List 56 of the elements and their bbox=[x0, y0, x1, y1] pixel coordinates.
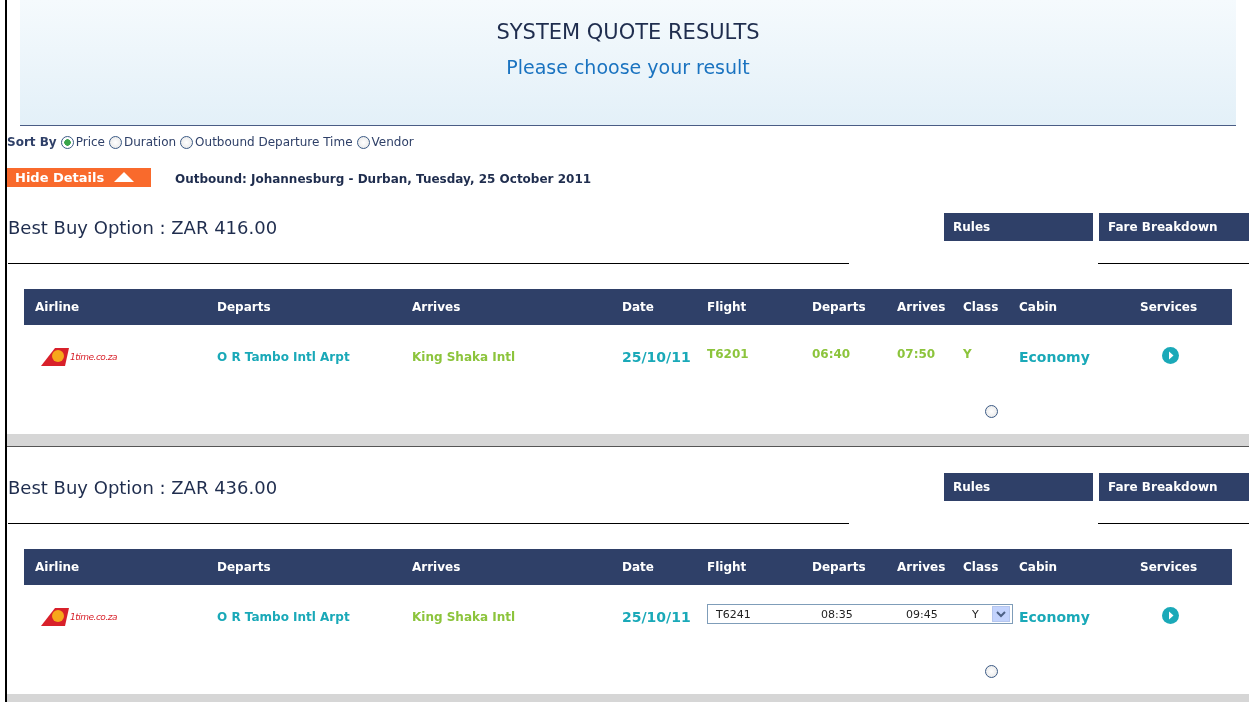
arrival-airport: King Shaka Intl bbox=[412, 610, 517, 624]
route-heading: Outbound: Johannesburg - Durban, Tuesday, 25 October 2011 bbox=[175, 172, 592, 186]
departure-airport: O R Tambo Intl Arpt bbox=[217, 610, 351, 624]
column-header: Cabin bbox=[1019, 300, 1059, 314]
column-header: Services bbox=[1140, 560, 1199, 574]
column-header: Arrives bbox=[412, 560, 462, 574]
radio-button[interactable] bbox=[60, 135, 74, 149]
column-header: Cabin bbox=[1019, 560, 1059, 574]
flight-number: T6201 bbox=[707, 347, 750, 361]
sort-option[interactable]: Price bbox=[60, 135, 105, 149]
column-header: Arrives bbox=[897, 560, 947, 574]
select-option-radio[interactable] bbox=[984, 405, 998, 418]
departure-time: 06:40 bbox=[812, 347, 852, 361]
flight-select[interactable]: T6241 08:35 09:45 Y bbox=[707, 604, 1013, 624]
select-option-radio[interactable] bbox=[984, 665, 998, 678]
option-price-title: Best Buy Option : ZAR 436.00 bbox=[8, 476, 279, 498]
tab-button[interactable]: Fare Breakdown bbox=[1099, 473, 1249, 501]
column-header: Flight bbox=[707, 560, 748, 574]
sort-option[interactable]: Vendor bbox=[356, 135, 414, 149]
radio-button[interactable] bbox=[356, 135, 370, 149]
column-header: Airline bbox=[35, 560, 81, 574]
column-header: Arrives bbox=[897, 300, 947, 314]
sort-option[interactable]: Outbound Departure Time bbox=[180, 135, 353, 149]
airline-logo: 1time.co.za bbox=[41, 607, 217, 627]
arrival-time: 07:50 bbox=[897, 347, 937, 361]
column-header: Arrives bbox=[412, 300, 462, 314]
column-header: Departs bbox=[217, 560, 272, 574]
flight-date: 25/10/11 bbox=[622, 349, 692, 365]
column-header: Date bbox=[622, 560, 655, 574]
tab-button[interactable]: Rules bbox=[944, 213, 1093, 241]
column-header: Class bbox=[963, 300, 1000, 314]
flight-date: 25/10/11 bbox=[622, 609, 692, 625]
up-triangle-icon bbox=[114, 172, 135, 182]
sort-option[interactable]: Duration bbox=[108, 135, 177, 149]
arrival-airport: King Shaka Intl bbox=[412, 350, 517, 364]
tab-button[interactable]: Fare Breakdown bbox=[1099, 213, 1249, 241]
column-header: Departs bbox=[812, 560, 867, 574]
tab-button[interactable]: Rules bbox=[944, 473, 1093, 501]
column-header: Airline bbox=[35, 300, 81, 314]
column-header: Services bbox=[1140, 300, 1199, 314]
column-header: Date bbox=[622, 300, 655, 314]
radio-button[interactable] bbox=[108, 135, 122, 149]
column-header: Class bbox=[963, 560, 1000, 574]
page-title: SYSTEM QUOTE RESULTS bbox=[496, 20, 760, 44]
column-header: Flight bbox=[707, 300, 748, 314]
sort-label: Sort By bbox=[7, 135, 57, 149]
airline-logo: 1time.co.za bbox=[41, 347, 217, 367]
option-price-title: Best Buy Option : ZAR 416.00 bbox=[8, 216, 279, 238]
fare-class: Y bbox=[963, 347, 973, 361]
cabin-type: Economy bbox=[1019, 349, 1091, 365]
column-header: Departs bbox=[812, 300, 867, 314]
page-subtitle: Please choose your result bbox=[506, 56, 750, 78]
column-header: Departs bbox=[217, 300, 272, 314]
departure-airport: O R Tambo Intl Arpt bbox=[217, 350, 351, 364]
cabin-type: Economy bbox=[1019, 609, 1091, 625]
radio-button[interactable] bbox=[180, 135, 194, 149]
